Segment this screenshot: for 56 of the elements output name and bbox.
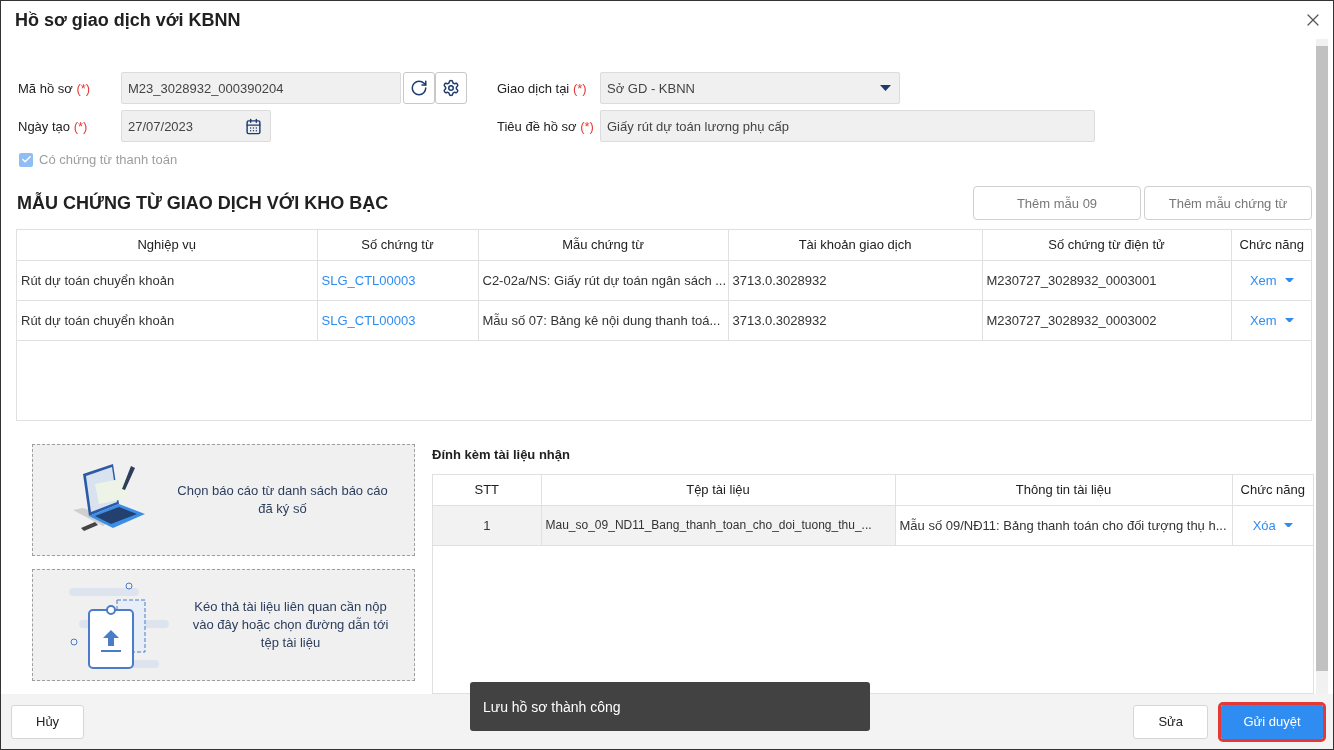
edit-button[interactable]: Sửa [1133, 704, 1208, 739]
field-label: Ngày tạo (*) [17, 118, 89, 134]
column-header: Số chứng từ điện tử [982, 230, 1231, 260]
date-field[interactable]: 27/07/2023 [121, 110, 271, 142]
title-field[interactable]: Giấy rút dự toán lương phụ cấp [600, 110, 1095, 142]
add-template-button[interactable]: Thêm mẫu chứng từ [1144, 186, 1312, 220]
table-cell: Mẫu số 09/NĐ11: Bảng thanh toán cho đối tượng thụ h... [895, 505, 1232, 545]
caret-down-icon [880, 84, 891, 91]
calendar-icon[interactable] [245, 117, 262, 135]
location-select[interactable]: Sở GD - KBNN [600, 72, 900, 104]
field-label: Giao dịch tại (*) [496, 80, 588, 96]
column-header: Chức năng [1232, 475, 1313, 505]
table-cell: M230727_3028932_0003001 [982, 260, 1231, 300]
table-cell: Rút dự toán chuyển khoản [17, 300, 317, 340]
attachments-title: Đính kèm tài liệu nhận [432, 447, 571, 462]
refresh-button[interactable] [403, 72, 435, 104]
file-drop-zone[interactable]: Kéo thả tài liệu liên quan cần nộp vào đây hoặc chọn đường dẫn tới tệp tài liệu [32, 569, 415, 681]
voucher-link[interactable]: SLG_CTL00003 [321, 272, 416, 288]
table-cell: 3713.0.3028932 [728, 260, 982, 300]
column-header: Chức năng [1231, 230, 1311, 260]
signed-report-picker[interactable]: Chọn báo cáo từ danh sách báo cáo đã ký số [32, 444, 415, 556]
caret-down-icon [1283, 522, 1293, 528]
table-cell: C2-02a/NS: Giấy rút dự toán ngân sách ... [478, 260, 728, 300]
table-cell: M230727_3028932_0003002 [982, 300, 1231, 340]
refresh-icon [410, 79, 428, 97]
cancel-button[interactable]: Hủy [11, 704, 85, 739]
field-label: Tiêu đề hồ sơ (*) [496, 118, 595, 134]
settings-icon [442, 79, 460, 97]
table-cell: 3713.0.3028932 [728, 300, 982, 340]
column-header: Tệp tài liệu [541, 475, 895, 505]
field-label: Mã hồ sơ (*) [17, 80, 92, 96]
column-header: Số chứng từ [317, 230, 478, 260]
column-header: Nghiệp vụ [17, 230, 317, 260]
add-template-button[interactable]: Thêm mẫu 09 [973, 186, 1141, 220]
table-cell: 1 [433, 505, 541, 545]
voucher-link[interactable]: SLG_CTL00003 [321, 312, 416, 328]
caret-down-icon [1284, 317, 1294, 323]
settings-button[interactable] [435, 72, 467, 104]
section-title: MẪU CHỨNG TỪ GIAO DỊCH VỚI KHO BẠC [16, 192, 389, 214]
card-text: Kéo thả tài liệu liên quan cần nộp vào đây hoặc chọn đường dẫn tới tệp tài liệu [191, 598, 390, 652]
delete-action-button[interactable]: Xóa [1252, 517, 1293, 533]
view-action-button[interactable]: Xem [1249, 272, 1294, 288]
dialog-title: Hồ sơ giao dịch với KBNN [15, 9, 241, 31]
table-cell: Rút dự toán chuyển khoản [17, 260, 317, 300]
caret-down-icon [1284, 277, 1294, 283]
column-header: Thông tin tài liệu [895, 475, 1232, 505]
view-action-button[interactable]: Xem [1249, 312, 1294, 328]
column-header: STT [433, 475, 541, 505]
table-cell: Mau_so_09_ND11_Bang_thanh_toan_cho_doi_tuong_thu_... [541, 505, 895, 545]
column-header: Tài khoản giao dịch [728, 230, 982, 260]
code-field[interactable]: M23_3028932_000390204 [121, 72, 401, 104]
column-header: Mẫu chứng từ [478, 230, 728, 260]
checkbox-label: Có chứng từ thanh toán [39, 152, 178, 167]
card-text: Chọn báo cáo từ danh sách báo cáo đã ký số [176, 482, 389, 518]
toast-message: Lưu hồ sơ thành công [470, 682, 870, 731]
table-cell: Mẫu số 07: Bảng kê nội dung thanh toá... [478, 300, 728, 340]
